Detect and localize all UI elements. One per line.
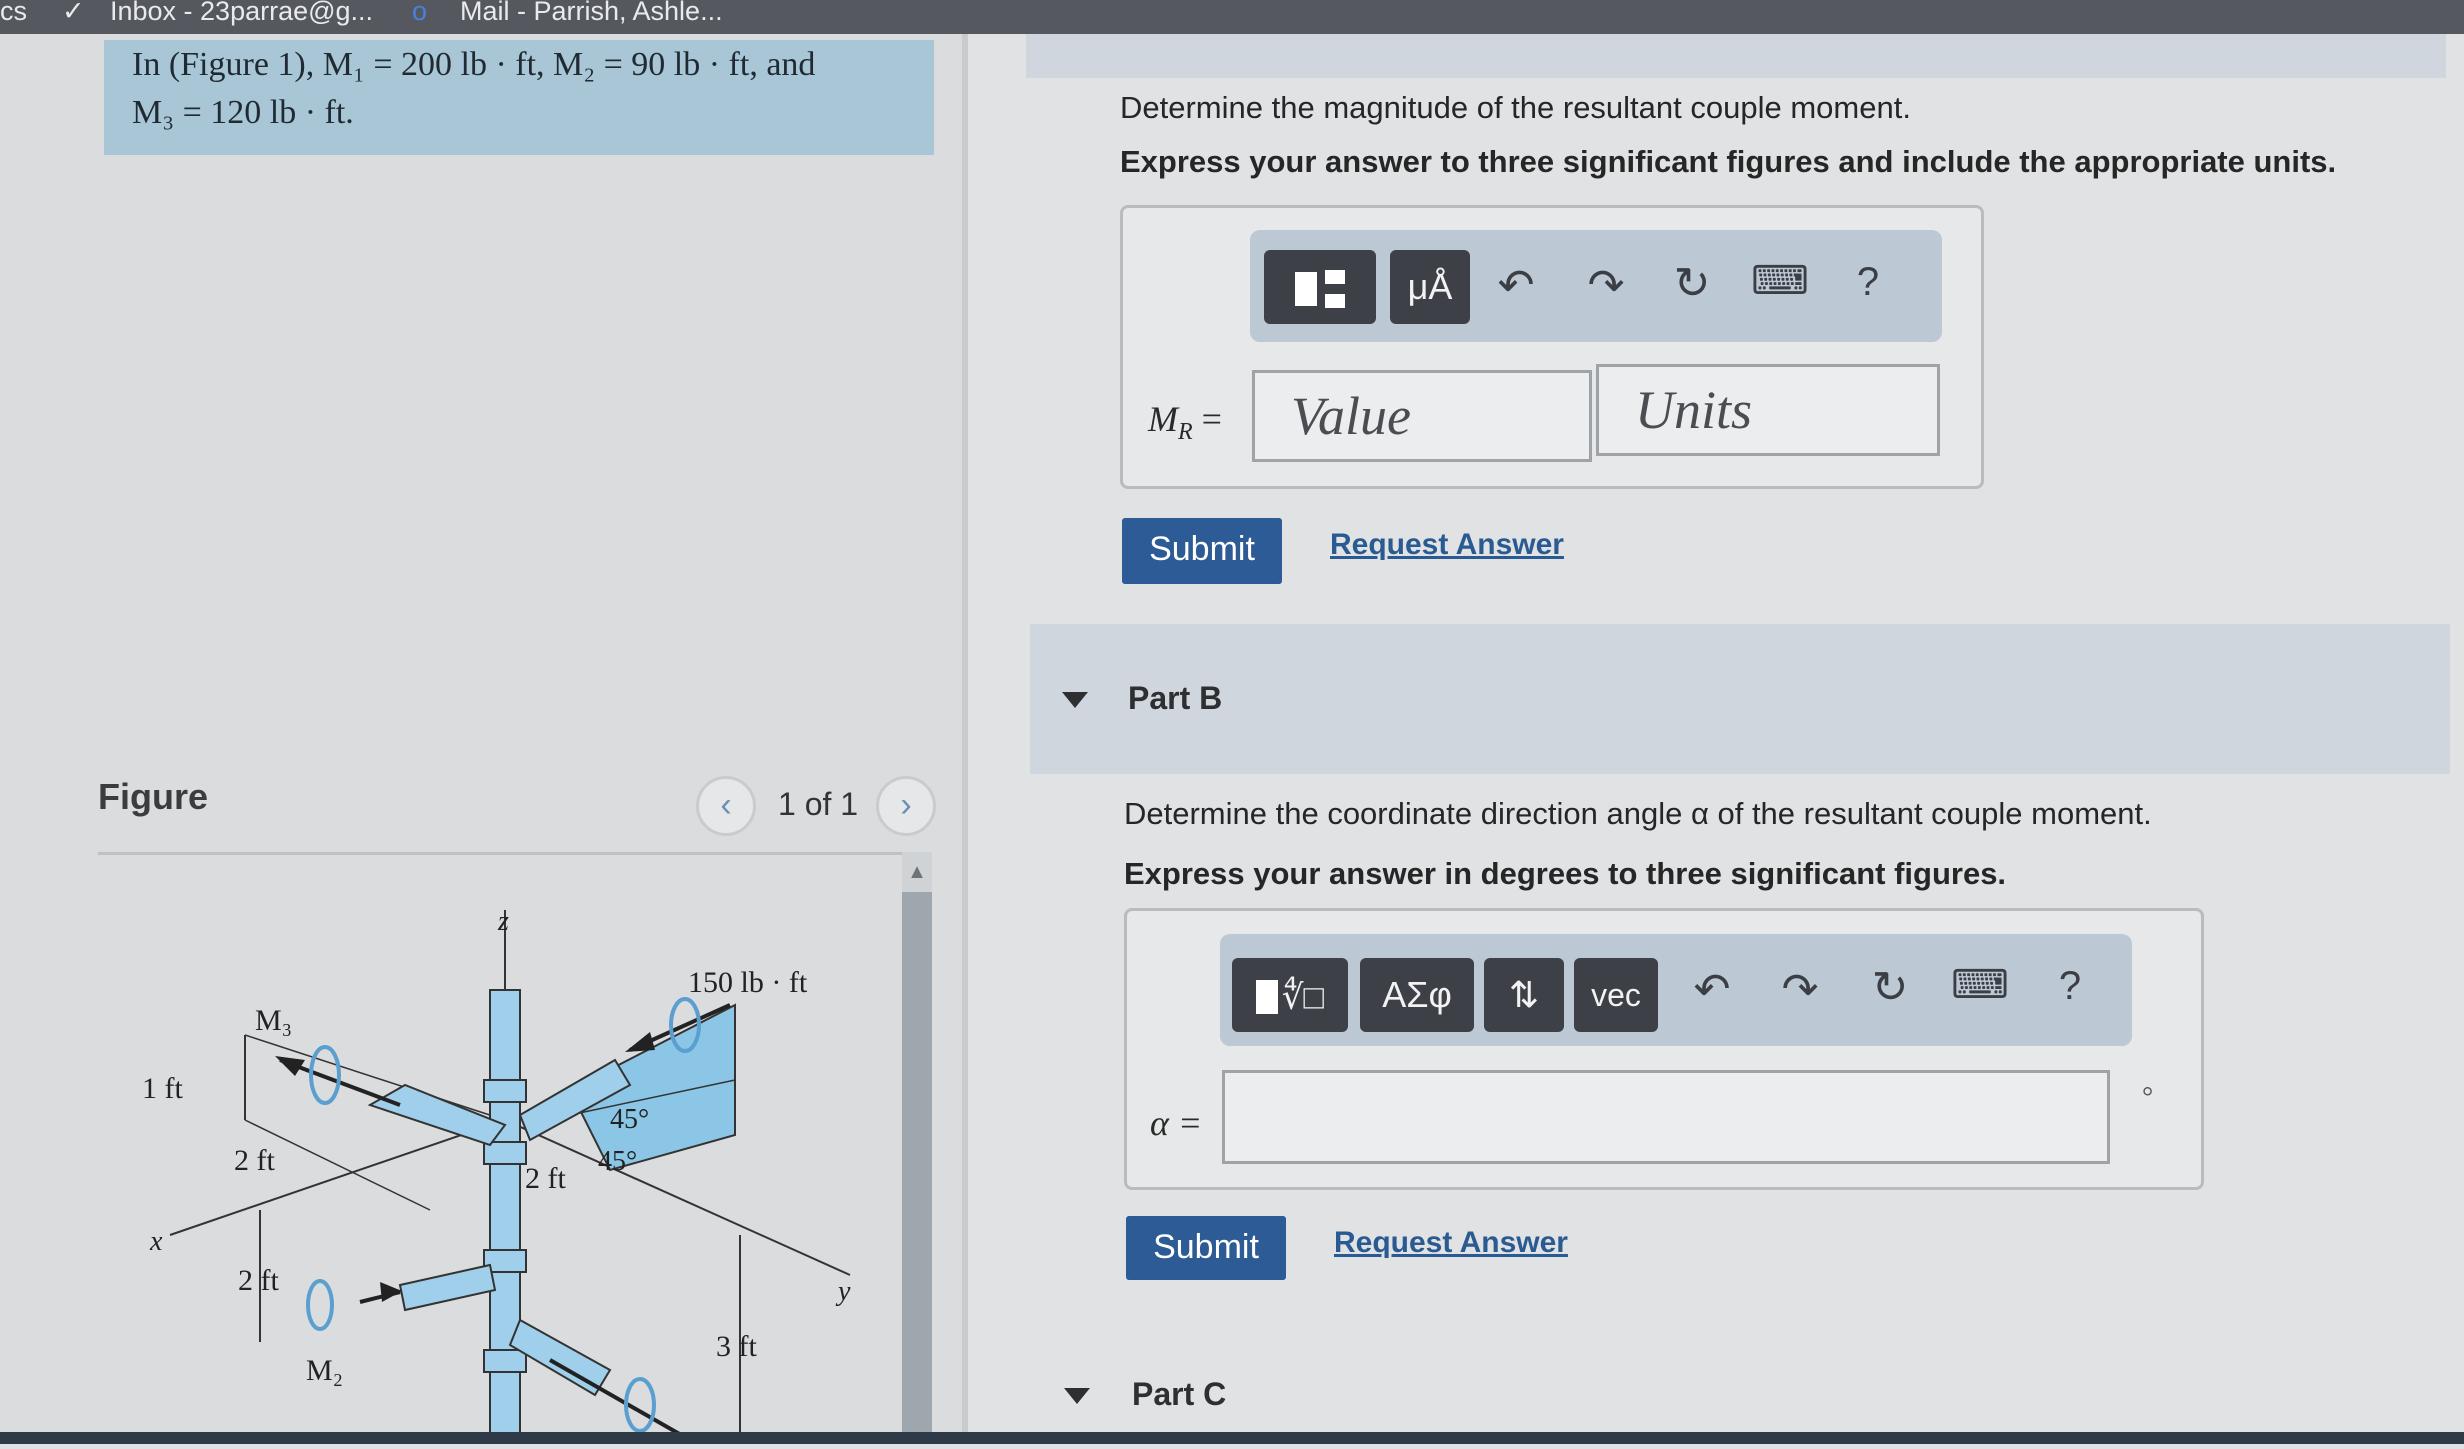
dim-3ft-label: 3 ft [716,1330,757,1363]
dim-2ft-label-b: 2 ft [238,1264,279,1297]
part-b-submit-button[interactable]: Submit [1126,1216,1286,1280]
keyboard-icon[interactable]: ⌨ [1950,962,2010,1008]
reset-icon[interactable]: ↻ [1662,258,1722,309]
figure-divider [98,852,918,855]
part-b-math-toolbar: ∜□ ΑΣφ ⇅ vec ↶ ↷ ↻ ⌨ ? [1220,934,2132,1046]
figure-scrollbar[interactable] [902,852,932,1444]
browser-tab-mail[interactable]: Mail - Parrish, Ashle... [460,0,723,27]
mr-label-equals: = [1192,399,1222,439]
part-a-prompt: Determine the magnitude of the resultant… [1120,90,1911,125]
part-b-collapse-icon[interactable] [1062,692,1088,708]
units-symbol-button[interactable]: μÅ [1390,250,1470,324]
part-a-submit-button[interactable]: Submit [1122,518,1282,584]
browser-tab-strip: cs ✓ Inbox - 23parrae@g... o Mail - Parr… [0,0,2464,34]
degree-unit: ° [2142,1082,2154,1113]
m2-label: M₂ [306,1354,343,1387]
greek-symbols-button[interactable]: ΑΣφ [1360,958,1474,1032]
part-a-math-toolbar: μÅ ↶ ↷ ↻ ⌨ ? [1250,230,1942,342]
vector-button[interactable]: vec [1574,958,1658,1032]
angle-45-label-b: 45° [598,1146,637,1177]
branch-pipe-m2 [398,1263,497,1312]
screen-bottom-edge [0,1432,2464,1444]
mail-icon: ✓ [62,0,85,26]
vertical-pipe [489,989,521,1445]
templates-icon[interactable]: ∜□ [1232,958,1348,1032]
prev-figure-button[interactable]: ‹ [696,776,756,836]
redo-icon[interactable]: ↷ [1576,260,1636,311]
part-a-request-answer-link[interactable]: Request Answer [1330,528,1564,562]
browser-tab[interactable]: cs [0,0,27,27]
value-input[interactable]: Value [1252,370,1592,462]
keyboard-icon[interactable]: ⌨ [1750,258,1810,304]
figure-image: z x y M₃ M₂ 150 lb · ft 1 ft 2 ft 2 ft 2… [110,880,890,1445]
units-input[interactable]: Units [1596,364,1940,456]
part-b-instruction: Express your answer in degrees to three … [1124,856,2007,891]
part-c-collapse-icon[interactable] [1064,1388,1090,1404]
y-axis-label: y [835,1276,851,1307]
problem-statement: In (Figure 1), M₁ = 200 lb · ft, M₂ = 90… [104,40,934,155]
dim-2ft-label-c: 2 ft [525,1162,566,1195]
part-b-prompt: Determine the coordinate direction angle… [1124,796,2152,831]
alpha-input[interactable] [1222,1070,2110,1164]
mr-label: MR = [1148,398,1222,446]
z-axis-label: z [497,906,509,937]
mr-label-subscript: R [1178,419,1193,446]
scroll-up-arrow-icon[interactable]: ▲ [902,852,932,892]
part-c-heading[interactable]: Part C [1132,1376,1226,1413]
figure-heading: Figure [98,776,209,817]
pager-count: 1 of 1 [778,786,859,822]
next-figure-button[interactable]: › [876,776,936,836]
outlook-icon: o [412,0,428,26]
browser-tab-inbox[interactable]: Inbox - 23parrae@g... [110,0,373,27]
part-b-heading[interactable]: Part B [1128,680,1222,717]
undo-icon[interactable]: ↶ [1486,260,1546,311]
problem-line-2: M₃ = 120 lb · ft. [132,94,354,131]
x-axis [169,1119,506,1236]
part-b-request-answer-link[interactable]: Request Answer [1334,1226,1568,1260]
help-icon[interactable]: ? [2040,964,2100,1009]
undo-icon[interactable]: ↶ [1682,964,1742,1015]
reset-icon[interactable]: ↻ [1860,962,1920,1013]
part-a-instruction: Express your answer to three significant… [1120,144,2337,179]
dim-2ft-label-a: 2 ft [234,1144,275,1177]
moment-150-label: 150 lb · ft [688,966,808,999]
templates-icon[interactable] [1264,250,1376,324]
redo-icon[interactable]: ↷ [1770,964,1830,1015]
subscript-superscript-button[interactable]: ⇅ [1484,958,1564,1032]
pipe-assembly-diagram: z x y M₃ M₂ 150 lb · ft 1 ft 2 ft 2 ft 2… [142,906,851,1445]
problem-line-1: In (Figure 1), M₁ = 200 lb · ft, M₂ = 90… [132,46,816,83]
m3-label: M₃ [255,1004,292,1037]
help-icon[interactable]: ? [1838,260,1898,305]
dim-1ft-label: 1 ft [142,1072,183,1105]
part-b-header-band[interactable] [1030,624,2450,774]
alpha-label: α = [1150,1103,1203,1143]
part-a-header-band [1026,34,2446,78]
x-axis-label: x [149,1226,163,1257]
mr-label-symbol: M [1148,399,1178,439]
angle-45-label-a: 45° [610,1104,649,1135]
